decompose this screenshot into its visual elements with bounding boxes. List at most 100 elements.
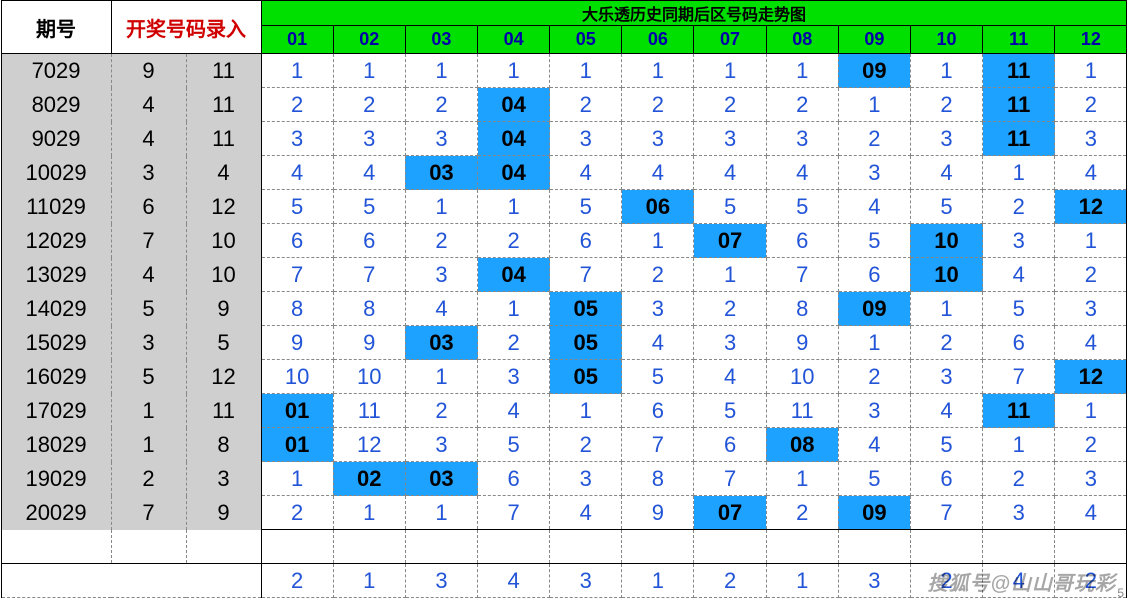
trend-cell: 2: [405, 88, 477, 122]
trend-cell: 2: [261, 88, 333, 122]
trend-cell: 07: [694, 224, 766, 258]
trend-cell: 1: [333, 496, 405, 530]
trend-cell: 07: [694, 496, 766, 530]
period-cell: 7029: [1, 54, 111, 88]
trend-cell: 6: [766, 224, 838, 258]
summary-cell: 1: [766, 564, 838, 598]
trend-cell: 1: [478, 190, 550, 224]
draw-2: 11: [186, 54, 261, 88]
header-col-04: 04: [478, 26, 550, 54]
summary-cell: 1: [622, 564, 694, 598]
trend-cell: 4: [261, 156, 333, 190]
trend-cell: 1: [622, 224, 694, 258]
trend-cell: 4: [333, 156, 405, 190]
summary-cell: 1: [333, 564, 405, 598]
trend-cell: 4: [694, 156, 766, 190]
trend-cell: 2: [478, 326, 550, 360]
trend-cell: 8: [261, 292, 333, 326]
draw-1: 9: [111, 54, 186, 88]
draw-2: 11: [186, 394, 261, 428]
trend-cell: 7: [550, 258, 622, 292]
draw-1: 2: [111, 462, 186, 496]
trend-cell: 1: [838, 88, 910, 122]
summary-cell: 4: [478, 564, 550, 598]
trend-cell: 1: [478, 54, 550, 88]
header-input: 开奖号码录入: [111, 1, 261, 54]
trend-cell: 2: [910, 326, 982, 360]
trend-cell: 04: [478, 156, 550, 190]
trend-cell: 1: [622, 54, 694, 88]
summary-cell: 3: [838, 564, 910, 598]
trend-cell: 7: [261, 258, 333, 292]
trend-cell: 09: [838, 496, 910, 530]
draw-1: 5: [111, 360, 186, 394]
trend-cell: 3: [405, 428, 477, 462]
trend-cell: 4: [405, 292, 477, 326]
period-cell: 8029: [1, 88, 111, 122]
trend-cell: 1: [405, 190, 477, 224]
trend-cell: 7: [622, 428, 694, 462]
trend-cell: 5: [766, 190, 838, 224]
trend-cell: 08: [766, 428, 838, 462]
trend-cell: 6: [983, 326, 1055, 360]
draw-1: 5: [111, 292, 186, 326]
trend-cell: 12: [1055, 360, 1127, 394]
trend-cell: 4: [766, 156, 838, 190]
trend-cell: 3: [1055, 292, 1127, 326]
trend-cell: 5: [910, 190, 982, 224]
trend-cell: 1: [694, 258, 766, 292]
trend-cell: 1: [405, 496, 477, 530]
trend-cell: 3: [838, 156, 910, 190]
trend-cell: 1: [838, 326, 910, 360]
trend-cell: 2: [622, 88, 694, 122]
trend-cell: 03: [405, 156, 477, 190]
trend-cell: 4: [838, 428, 910, 462]
trend-cell: 1: [766, 462, 838, 496]
trend-cell: 2: [405, 224, 477, 258]
trend-cell: 2: [1055, 428, 1127, 462]
trend-cell: 3: [766, 122, 838, 156]
trend-cell: 3: [910, 122, 982, 156]
trend-cell: 8: [333, 292, 405, 326]
trend-cell: 05: [550, 326, 622, 360]
trend-cell: 5: [838, 224, 910, 258]
trend-cell: 5: [983, 292, 1055, 326]
trend-cell: 1: [910, 54, 982, 88]
draw-2: 11: [186, 88, 261, 122]
trend-cell: 02: [333, 462, 405, 496]
trend-cell: 1: [983, 428, 1055, 462]
trend-cell: 7: [766, 258, 838, 292]
trend-cell: 4: [983, 258, 1055, 292]
draw-1: 3: [111, 326, 186, 360]
draw-1: 1: [111, 428, 186, 462]
period-cell: 16029: [1, 360, 111, 394]
period-cell: 14029: [1, 292, 111, 326]
trend-cell: 5: [550, 190, 622, 224]
header-banner: 大乐透历史同期后区号码走势图: [261, 1, 1127, 26]
trend-cell: 3: [333, 122, 405, 156]
trend-cell: 2: [838, 122, 910, 156]
summary-cell: 2: [261, 564, 333, 598]
draw-2: 10: [186, 258, 261, 292]
trend-cell: 7: [333, 258, 405, 292]
draw-1: 7: [111, 496, 186, 530]
trend-cell: 3: [622, 292, 694, 326]
trend-cell: 6: [622, 394, 694, 428]
trend-cell: 2: [910, 88, 982, 122]
trend-cell: 1: [550, 394, 622, 428]
trend-cell: 3: [694, 122, 766, 156]
trend-cell: 3: [405, 258, 477, 292]
draw-2: 11: [186, 122, 261, 156]
trend-cell: 01: [261, 394, 333, 428]
trend-cell: 4: [550, 496, 622, 530]
trend-cell: 11: [983, 88, 1055, 122]
trend-cell: 1: [694, 54, 766, 88]
trend-cell: 4: [1055, 496, 1127, 530]
trend-cell: 1: [333, 54, 405, 88]
trend-cell: 5: [838, 462, 910, 496]
trend-cell: 1: [1055, 224, 1127, 258]
trend-cell: 2: [694, 88, 766, 122]
draw-2: 9: [186, 292, 261, 326]
trend-cell: 05: [550, 292, 622, 326]
trend-cell: 3: [910, 360, 982, 394]
